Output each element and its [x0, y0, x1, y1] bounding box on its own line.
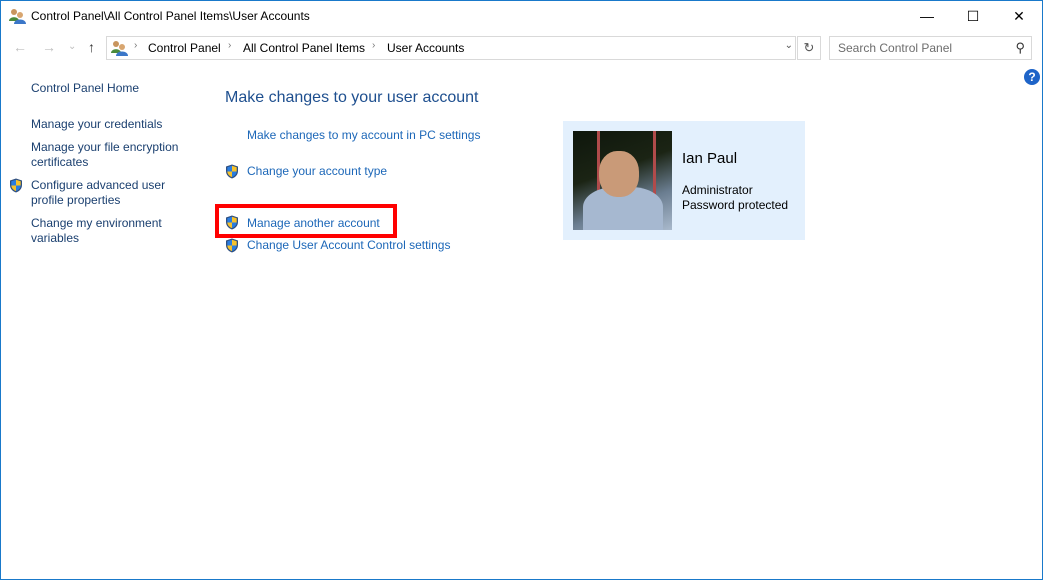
sidebar-item-manage-credentials[interactable]: Manage your credentials	[31, 117, 201, 132]
breadcrumb-user-accounts[interactable]: User Accounts	[387, 41, 464, 55]
minimize-button[interactable]: —	[904, 1, 950, 31]
account-status: Password protected	[682, 198, 789, 212]
account-card: Ian Paul Administrator Password protecte…	[563, 121, 805, 240]
breadcrumb-separator[interactable]: ›	[372, 40, 375, 51]
page-heading: Make changes to your user account	[225, 89, 479, 106]
sidebar-item-environment-variables[interactable]: Change my environment variables	[31, 216, 201, 246]
task-uac-settings[interactable]: Change User Account Control settings	[247, 238, 450, 252]
sidebar-item-control-panel-home[interactable]: Control Panel Home	[31, 81, 201, 96]
address-dropdown-icon[interactable]: ⌄	[785, 40, 793, 51]
title-bar: Control Panel\All Control Panel Items\Us…	[1, 1, 1042, 32]
up-button[interactable]: ↑	[88, 39, 95, 55]
user-accounts-icon	[111, 40, 128, 56]
account-type: Administrator	[682, 183, 753, 197]
uac-shield-icon	[9, 178, 23, 193]
uac-shield-icon	[225, 164, 239, 179]
avatar[interactable]	[573, 131, 672, 230]
task-manage-another-account[interactable]: Manage another account	[247, 216, 380, 230]
address-bar[interactable]: › Control Panel › All Control Panel Item…	[106, 36, 796, 60]
close-button[interactable]: ✕	[996, 1, 1042, 31]
breadcrumb-all-items[interactable]: All Control Panel Items	[243, 41, 365, 55]
recent-locations-button[interactable]: ⌄	[68, 41, 76, 52]
user-accounts-icon	[9, 8, 26, 24]
uac-shield-icon	[225, 238, 239, 253]
back-button[interactable]: ←	[13, 39, 27, 55]
sidebar-item-file-encryption[interactable]: Manage your file encryption certificates	[31, 140, 201, 170]
search-box[interactable]: ⚲	[829, 36, 1032, 60]
breadcrumb-separator[interactable]: ›	[134, 40, 137, 51]
account-name: Ian Paul	[682, 150, 738, 167]
navigation-bar: ← → ⌄ ↑ › Control Panel › All Control Pa…	[1, 36, 1042, 62]
breadcrumb-control-panel[interactable]: Control Panel	[148, 41, 221, 55]
search-input[interactable]	[836, 40, 1010, 56]
uac-shield-icon	[225, 215, 239, 230]
search-icon[interactable]: ⚲	[1015, 40, 1025, 56]
task-pc-settings[interactable]: Make changes to my account in PC setting…	[247, 128, 480, 142]
forward-button[interactable]: →	[42, 39, 56, 55]
breadcrumb-separator[interactable]: ›	[228, 40, 231, 51]
sidebar-item-advanced-profile[interactable]: Configure advanced user profile properti…	[31, 178, 201, 208]
window-title: Control Panel\All Control Panel Items\Us…	[31, 9, 310, 23]
control-panel-window: Control Panel\All Control Panel Items\Us…	[0, 0, 1043, 580]
maximize-button[interactable]: ☐	[950, 1, 996, 31]
help-button[interactable]: ?	[1024, 69, 1040, 85]
task-change-account-type[interactable]: Change your account type	[247, 164, 387, 178]
refresh-button[interactable]: ↻	[797, 36, 821, 60]
